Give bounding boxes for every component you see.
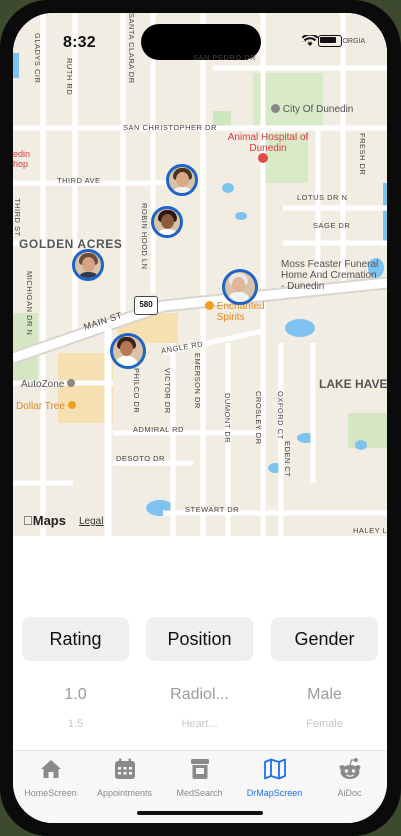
doctor-pin-4[interactable]: [222, 269, 258, 305]
battery-icon: [318, 35, 343, 47]
road-lotus: LOTUS DR N: [297, 193, 348, 202]
building-icon: [271, 104, 280, 113]
poi-funeral-home[interactable]: Moss Feaster Funeral Home And Cremation …: [281, 259, 381, 292]
poi-animal-hospital[interactable]: Animal Hospital of Dunedin: [223, 132, 313, 154]
shop-bag-icon: [67, 401, 76, 409]
legal-link[interactable]: Legal: [79, 516, 103, 527]
poi-autozone-label: AutoZone: [21, 379, 65, 390]
poi-dollar-tree-label: Dollar Tree: [16, 401, 65, 412]
gender-selected-value[interactable]: Male: [271, 686, 378, 704]
poi-edin-fragment: edin: [13, 149, 31, 159]
position-picker-button[interactable]: Position: [146, 617, 253, 661]
pin-body: [115, 356, 138, 366]
road-fresh: FRESH DR: [358, 133, 367, 176]
doctor-pin-3[interactable]: [72, 249, 104, 281]
gender-picker-button[interactable]: Gender: [271, 617, 378, 661]
road-oxford: OXFORD CT: [276, 391, 285, 440]
road-stewart: STEWART DR: [185, 505, 240, 514]
area-golden-acres: GOLDEN ACRES: [19, 237, 123, 251]
rating-picker-button[interactable]: Rating: [22, 617, 129, 661]
road-san-pedro: SAN PEDRO DR: [193, 53, 257, 62]
status-time: 8:32: [63, 34, 96, 51]
tab-drmapscreen[interactable]: DrMapScreen: [237, 757, 312, 798]
pin-face: [232, 277, 245, 292]
poi-autozone[interactable]: AutoZone: [21, 379, 76, 390]
road-san-christopher: SAN CHRISTOPHER DR: [123, 123, 217, 132]
road-robin-hood: ROBIN HOOD LN: [140, 203, 149, 270]
road-dumont: DUMONT DR: [223, 393, 232, 444]
road-gladys: GLADYS CIR: [33, 33, 42, 84]
status-icons: ···· ORGIA: [301, 35, 365, 47]
tab-homescreen[interactable]: HomeScreen: [13, 757, 88, 798]
road-philco: PHILCO DR: [132, 368, 141, 414]
poi-city-label: City Of Dunedin: [282, 104, 354, 115]
tab-drmapscreen-label: DrMapScreen: [246, 788, 303, 798]
gender-next-value[interactable]: Female: [271, 718, 378, 730]
doctor-pin-2[interactable]: [151, 206, 183, 238]
road-michigan: MICHIGAN DR N: [25, 271, 34, 336]
road-haley: HALEY L: [353, 526, 387, 535]
phone-frame: 8:32 ···· ORGIA City Of Dunedin Animal H…: [0, 0, 401, 836]
road-victor: VICTOR DR: [163, 368, 172, 414]
poi-dollar-tree[interactable]: Dollar Tree: [16, 401, 76, 412]
road-eden: EDEN CT: [283, 441, 292, 478]
road-santa-clara: SANTA CLARA DR: [127, 13, 136, 84]
map-icon: [263, 758, 286, 780]
road-sage: SAGE DR: [313, 221, 351, 230]
route-shield: 580: [134, 296, 158, 315]
pin-face: [161, 214, 174, 229]
pin-face: [120, 341, 133, 356]
area-lake-haven: LAKE HAVE: [319, 377, 387, 391]
pin-face: [82, 257, 95, 272]
house-icon: [40, 760, 61, 778]
tab-medsearch[interactable]: MedSearch: [162, 757, 237, 798]
position-selected-value[interactable]: Radiol...: [146, 686, 253, 704]
position-next-value[interactable]: Heart...: [146, 718, 253, 730]
tab-aidoc-label: AiDoc: [337, 788, 362, 798]
road-emerson: EMERSON DR: [193, 353, 202, 409]
apple-logo-icon: : [23, 513, 33, 528]
screen: 8:32 ···· ORGIA City Of Dunedin Animal H…: [13, 13, 387, 823]
shop-icon: [67, 379, 76, 387]
pin-face: [176, 172, 189, 187]
road-desoto: DESOTO DR: [116, 454, 165, 463]
pin-body: [227, 292, 250, 302]
road-ruth: RUTH RD: [65, 58, 74, 96]
maps-attribution: Maps: [23, 513, 66, 528]
road-crosley: CROSLEY DR: [254, 391, 263, 445]
rating-next-value[interactable]: 1.5: [22, 718, 129, 730]
poi-hop-fragment: hop: [13, 159, 29, 169]
pill-bottle-icon: [190, 759, 209, 779]
home-indicator[interactable]: [137, 811, 263, 815]
rating-selected-value[interactable]: 1.0: [22, 686, 129, 704]
wifi-icon: [301, 35, 318, 46]
tab-aidoc[interactable]: AiDoc: [312, 757, 387, 798]
poi-city[interactable]: City Of Dunedin: [271, 104, 353, 115]
calendar-icon: [114, 758, 135, 779]
road-third-ave: THIRD AVE: [57, 176, 101, 185]
road-admiral: ADMIRAL RD: [133, 425, 184, 434]
filter-panel: Rating Position Gender 1.0 Radiol... Mal…: [13, 536, 387, 750]
liquor-icon: [205, 301, 214, 310]
tab-appointments-label: Appointments: [96, 788, 153, 798]
reddit-robot-icon: [339, 758, 360, 779]
tab-homescreen-label: HomeScreen: [24, 788, 77, 798]
doctor-pin-1[interactable]: [166, 164, 198, 196]
tab-appointments[interactable]: Appointments: [87, 757, 162, 798]
tab-medsearch-label: MedSearch: [176, 788, 223, 798]
carrier-fragment: ORGIA: [342, 37, 365, 45]
road-third-st: THIRD ST: [13, 198, 22, 237]
doctor-pin-5[interactable]: [110, 333, 146, 369]
map-view[interactable]: 8:32 ···· ORGIA City Of Dunedin Animal H…: [13, 13, 387, 536]
maps-brand: Maps: [23, 513, 66, 528]
